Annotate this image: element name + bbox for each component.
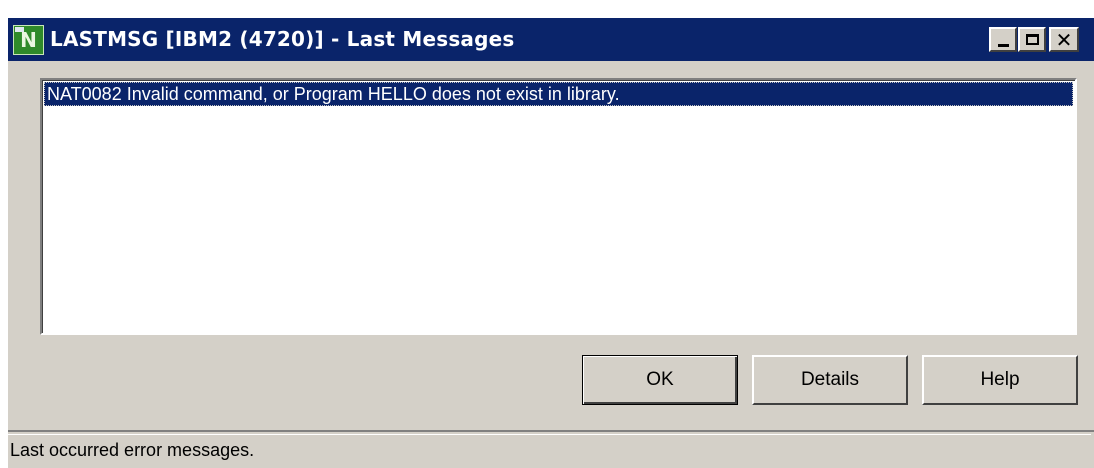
status-text: Last occurred error messages. <box>8 434 1091 466</box>
close-icon: ✕ <box>1055 27 1073 52</box>
minimize-icon <box>997 44 1009 47</box>
messages-listbox[interactable]: NAT0082 Invalid command, or Program HELL… <box>40 78 1077 335</box>
list-item-selected[interactable]: NAT0082 Invalid command, or Program HELL… <box>44 82 1073 106</box>
natural-app-icon: N <box>13 25 44 55</box>
last-messages-window: N LASTMSG [IBM2 (4720)] - Last Messages … <box>8 18 1094 468</box>
details-button[interactable]: Details <box>752 355 908 405</box>
minimize-button[interactable] <box>989 27 1017 52</box>
status-bar: Last occurred error messages. <box>8 430 1094 468</box>
ok-button[interactable]: OK <box>582 355 738 405</box>
app-icon-corner <box>15 27 24 32</box>
window-title: LASTMSG [IBM2 (4720)] - Last Messages <box>50 27 515 51</box>
help-button[interactable]: Help <box>922 355 1078 405</box>
close-button[interactable]: ✕ <box>1049 27 1079 52</box>
title-bar[interactable]: N LASTMSG [IBM2 (4720)] - Last Messages … <box>8 18 1094 61</box>
maximize-icon <box>1025 34 1039 45</box>
maximize-button[interactable] <box>1018 27 1046 52</box>
